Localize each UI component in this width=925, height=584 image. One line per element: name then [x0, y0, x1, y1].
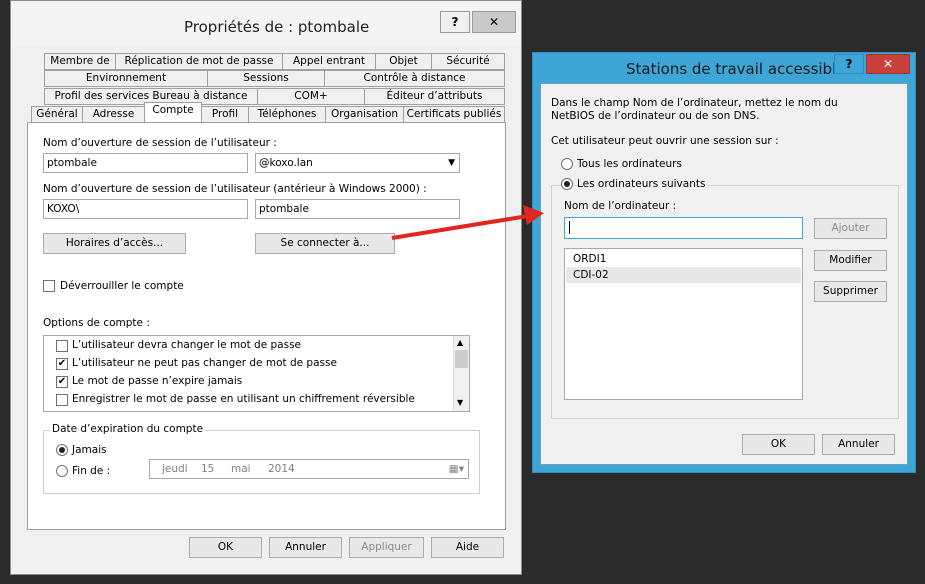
annotation-arrow: [391, 205, 544, 240]
arrow-head: [523, 205, 544, 225]
arrow-line: [391, 214, 529, 240]
